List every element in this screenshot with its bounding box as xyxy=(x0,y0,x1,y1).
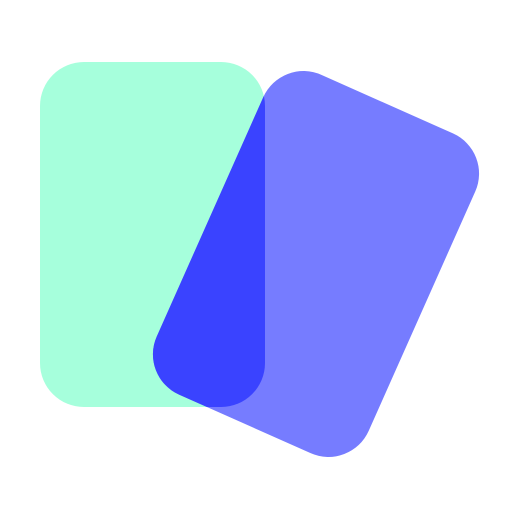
two-overlapping-cards-icon xyxy=(40,62,480,457)
logo-canvas xyxy=(0,0,512,512)
